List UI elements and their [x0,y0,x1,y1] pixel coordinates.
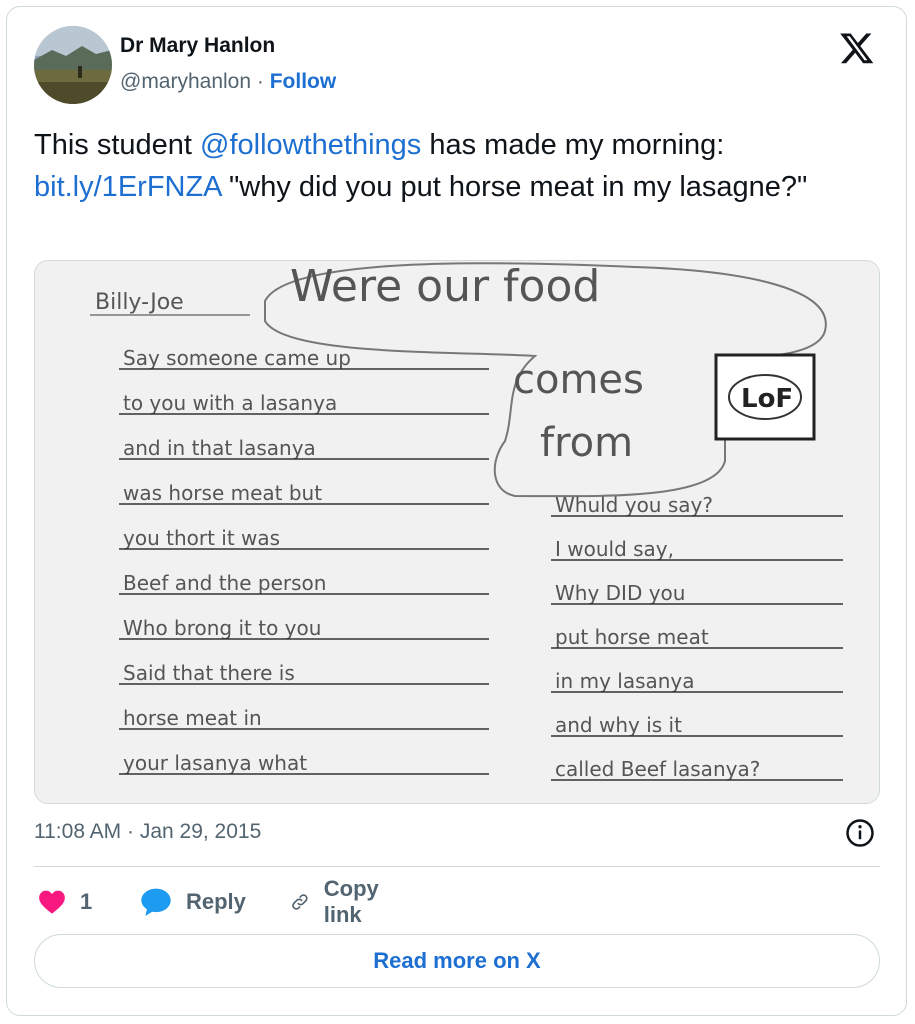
copy-link-label: Copy link [323,876,379,927]
right-text-line-2: I would say, [555,537,674,561]
left-text-line-2: to you with a lasanya [123,391,337,415]
bubble-title-line-2: comes [513,357,644,403]
author-handle[interactable]: @maryhanlon [120,70,251,93]
avatar[interactable] [34,26,112,104]
reply-button[interactable]: Reply [140,882,246,922]
tweet-image[interactable]: Billy-Joe Were our food comes from LoF S… [34,260,880,804]
copy-link-button[interactable]: Copy link [290,876,389,927]
tweet-text: This student @followthethings has made m… [34,124,854,208]
left-text-line-1: Say someone came up [123,346,351,370]
left-text-line-7: Who brong it to you [123,616,321,640]
left-text-line-8: Said that there is [123,661,295,685]
left-text-line-9: horse meat in [123,706,262,730]
tweet-text-part: has made my morning: [421,129,725,161]
handwritten-worksheet-image: Billy-Joe Were our food comes from LoF S… [35,261,879,803]
lof-logo-text: LoF [741,384,793,414]
left-text-line-6: Beef and the person [123,571,326,595]
tweet-timestamp[interactable]: 11:08 AM · Jan 29, 2015 [34,820,261,844]
reply-label: Reply [186,889,246,914]
author-name[interactable]: Dr Mary Hanlon [120,34,275,58]
like-count: 1 [80,889,93,914]
follow-button[interactable]: Follow [270,70,337,93]
right-text-line-4: put horse meat [555,625,709,649]
info-icon[interactable] [845,818,875,848]
right-text-line-7: called Beef lasanya? [555,757,760,781]
bubble-title-line-3: from [540,420,633,466]
x-logo-icon[interactable] [839,30,875,66]
reply-bubble-icon [141,888,171,916]
tweet-text-part: This student [34,129,201,161]
mention-link[interactable]: @followthethings [200,129,421,161]
left-text-line-5: you thort it was [123,526,280,550]
author-handle-line: @maryhanlon · Follow [120,70,336,94]
right-text-line-5: in my lasanya [555,669,695,693]
right-text-line-1: Whuld you say? [555,493,713,517]
landscape-avatar-icon [34,26,112,104]
short-link[interactable]: bit.ly/1ErFNZA [34,171,221,203]
left-text-line-10: your lasanya what [123,751,307,775]
like-button[interactable]: 1 [38,882,92,922]
heart-icon [39,890,65,914]
tweet-text-part: "why did you put horse meat in my lasagn… [220,171,808,203]
right-text-line-6: and why is it [555,713,682,737]
read-more-button[interactable]: Read more on X [34,934,880,988]
handle-separator: · [256,70,264,93]
divider [34,866,880,867]
bubble-title-line-1: Were our food [290,261,600,312]
left-text-line-4: was horse meat but [123,481,322,505]
right-text-line-3: Why DID you [555,581,685,605]
student-name-label: Billy-Joe [95,290,184,315]
left-text-line-3: and in that lasanya [123,436,316,460]
link-icon [292,894,308,910]
